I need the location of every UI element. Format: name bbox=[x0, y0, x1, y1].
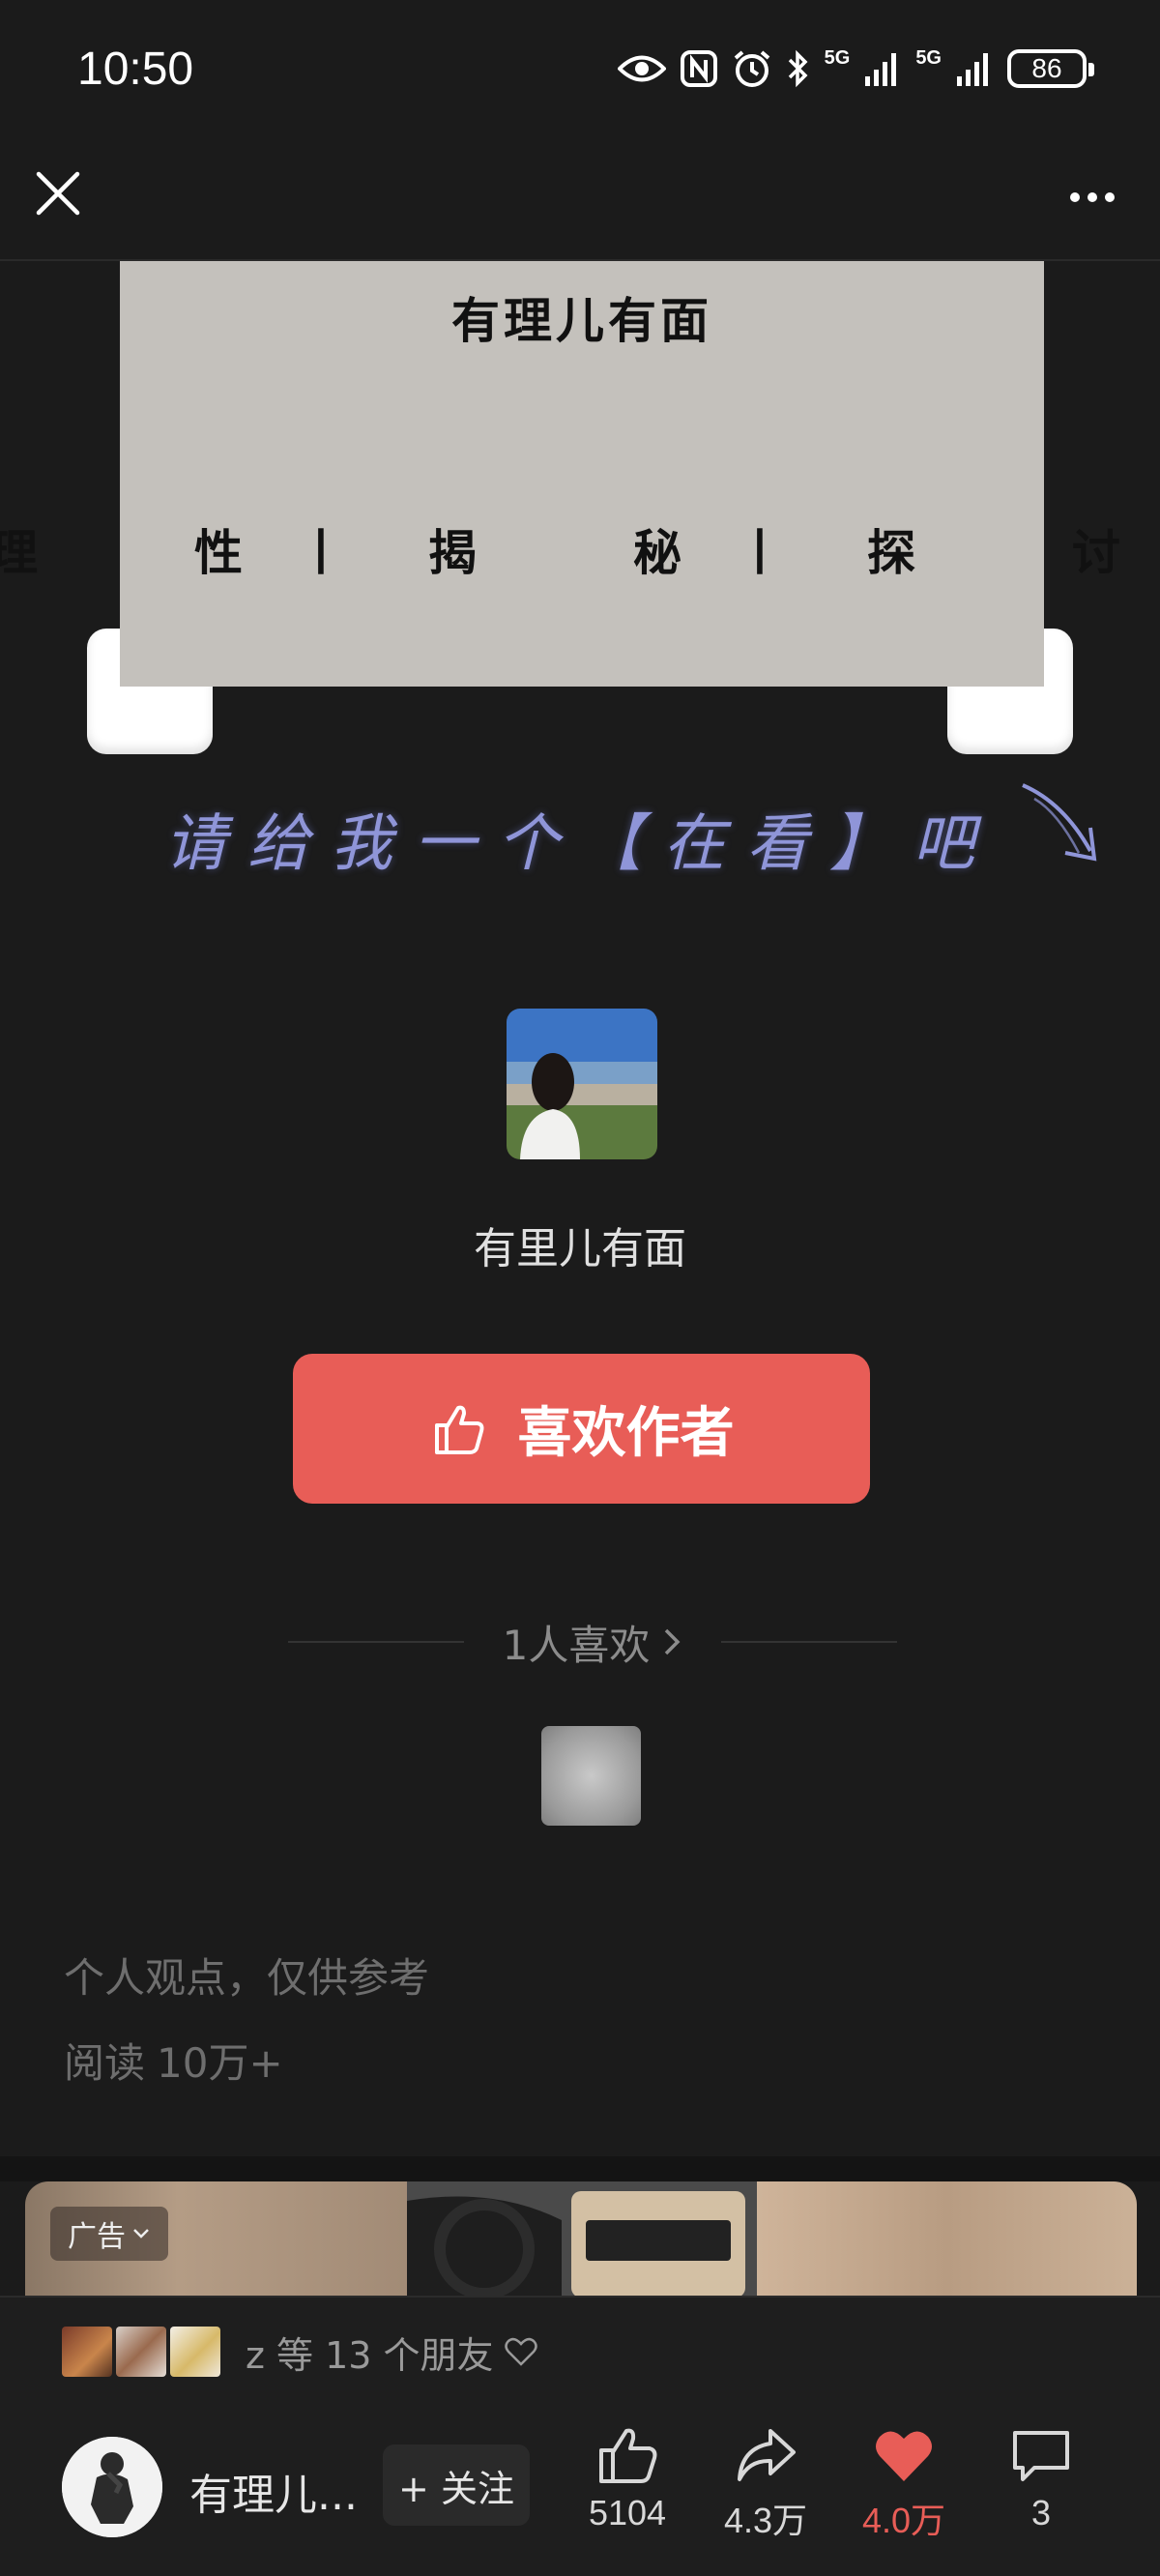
follow-button[interactable]: + 关注 bbox=[383, 2444, 530, 2526]
ad-image-right bbox=[757, 2181, 1137, 2298]
banner-tag: 探 讨 bbox=[867, 525, 1160, 581]
network-type-1: 5G bbox=[824, 47, 851, 69]
close-icon bbox=[36, 171, 80, 216]
heart-outline-icon bbox=[504, 2337, 537, 2366]
like-author-button[interactable]: 喜欢作者 bbox=[293, 1354, 870, 1504]
chevron-right-icon bbox=[665, 1628, 681, 1655]
favorite-action[interactable]: 4.0万 bbox=[841, 2425, 967, 2543]
author-avatar[interactable] bbox=[507, 1009, 657, 1159]
share-icon bbox=[738, 2429, 796, 2481]
divider bbox=[288, 1641, 464, 1643]
top-nav bbox=[0, 135, 1160, 261]
status-time: 10:50 bbox=[77, 44, 194, 95]
bluetooth-icon bbox=[786, 47, 811, 90]
comment-icon bbox=[1013, 2431, 1069, 2481]
friends-liked[interactable]: z 等 13 个朋友 bbox=[62, 2325, 538, 2379]
section-gap bbox=[0, 2156, 1160, 2181]
status-bar: 10:50 5G 5G 86 bbox=[0, 0, 1160, 135]
share-action[interactable]: 4.3万 bbox=[703, 2425, 828, 2543]
bottom-action-bar: z 等 13 个朋友 有理儿... + 关注 5104 4.3万 4.0万 3 bbox=[0, 2296, 1160, 2576]
banner-card: 有理儿有面 理 性丨 揭 秘丨 探 讨 bbox=[0, 261, 1120, 687]
author-photo bbox=[507, 1009, 657, 1159]
comment-count: 3 bbox=[1030, 2493, 1052, 2532]
likes-count-text: 1人喜欢 bbox=[502, 1621, 651, 1669]
read-count-label: 阅读 bbox=[64, 2039, 146, 2087]
battery-indicator: 86 bbox=[1007, 49, 1094, 88]
thumbs-up-icon bbox=[599, 2428, 657, 2483]
share-count: 4.3万 bbox=[723, 2501, 808, 2540]
watch-cta-text: 请给我一个【在看】吧 bbox=[164, 808, 996, 880]
read-count-value: 10万+ bbox=[157, 2039, 283, 2087]
banner-tag: 揭 秘丨 bbox=[428, 525, 838, 581]
alarm-icon bbox=[732, 47, 772, 90]
friend-avatar bbox=[116, 2327, 166, 2377]
car-interior-image bbox=[407, 2181, 757, 2298]
banner-tags: 理 性丨 揭 秘丨 探 讨 bbox=[0, 514, 1120, 584]
more-dots-icon bbox=[1070, 192, 1080, 202]
friend-avatar bbox=[62, 2327, 112, 2377]
divider bbox=[721, 1641, 898, 1643]
friend-avatars bbox=[62, 2327, 220, 2377]
article-disclaimer: 个人观点，仅供参考 bbox=[64, 1954, 430, 2002]
close-button[interactable] bbox=[29, 164, 87, 222]
eye-icon bbox=[617, 47, 666, 90]
like-author-label: 喜欢作者 bbox=[517, 1402, 735, 1465]
more-button[interactable] bbox=[1054, 168, 1131, 226]
banner-title: 有理儿有面 bbox=[451, 293, 712, 349]
comment-action[interactable]: 3 bbox=[978, 2425, 1104, 2533]
liker-avatar[interactable] bbox=[541, 1726, 641, 1826]
author-name: 有里儿有面 bbox=[474, 1224, 686, 1273]
nfc-icon bbox=[680, 47, 718, 90]
thumbs-up-icon bbox=[434, 1405, 483, 1454]
banner-tag: 理 性丨 bbox=[0, 525, 399, 581]
friends-liked-text: z 等 13 个朋友 bbox=[246, 2326, 538, 2379]
like-count: 5104 bbox=[588, 2493, 667, 2532]
friend-avatar bbox=[170, 2327, 220, 2377]
ad-badge[interactable]: 广告 bbox=[50, 2207, 168, 2261]
account-avatar[interactable] bbox=[62, 2437, 162, 2537]
heart-icon bbox=[876, 2431, 932, 2481]
thinker-statue-icon bbox=[62, 2437, 162, 2537]
network-type-2: 5G bbox=[915, 47, 942, 69]
favorite-count: 4.0万 bbox=[861, 2501, 946, 2540]
likes-summary: 1人喜欢 bbox=[288, 1613, 898, 1672]
likes-count-link[interactable]: 1人喜欢 bbox=[503, 1613, 683, 1672]
account-name[interactable]: 有理儿... bbox=[189, 2460, 358, 2522]
chevron-down-icon bbox=[133, 2229, 149, 2239]
like-action[interactable]: 5104 bbox=[565, 2425, 690, 2533]
watch-cta: 请给我一个【在看】吧 bbox=[164, 783, 1097, 882]
ad-image-center bbox=[407, 2181, 757, 2298]
article-banner: 有理儿有面 理 性丨 揭 秘丨 探 讨 bbox=[0, 261, 1120, 754]
status-icons: 5G 5G 86 bbox=[617, 44, 1094, 93]
arrow-down-right-icon bbox=[1022, 783, 1097, 862]
signal-icon bbox=[955, 47, 994, 90]
signal-icon bbox=[863, 47, 902, 90]
ad-badge-label: 广告 bbox=[68, 2220, 126, 2254]
read-count: 阅读 10万+ bbox=[64, 2031, 283, 2090]
friends-liked-label: z 等 13 个朋友 bbox=[246, 2333, 494, 2377]
ad-banner[interactable]: 广告 bbox=[25, 2181, 1137, 2298]
